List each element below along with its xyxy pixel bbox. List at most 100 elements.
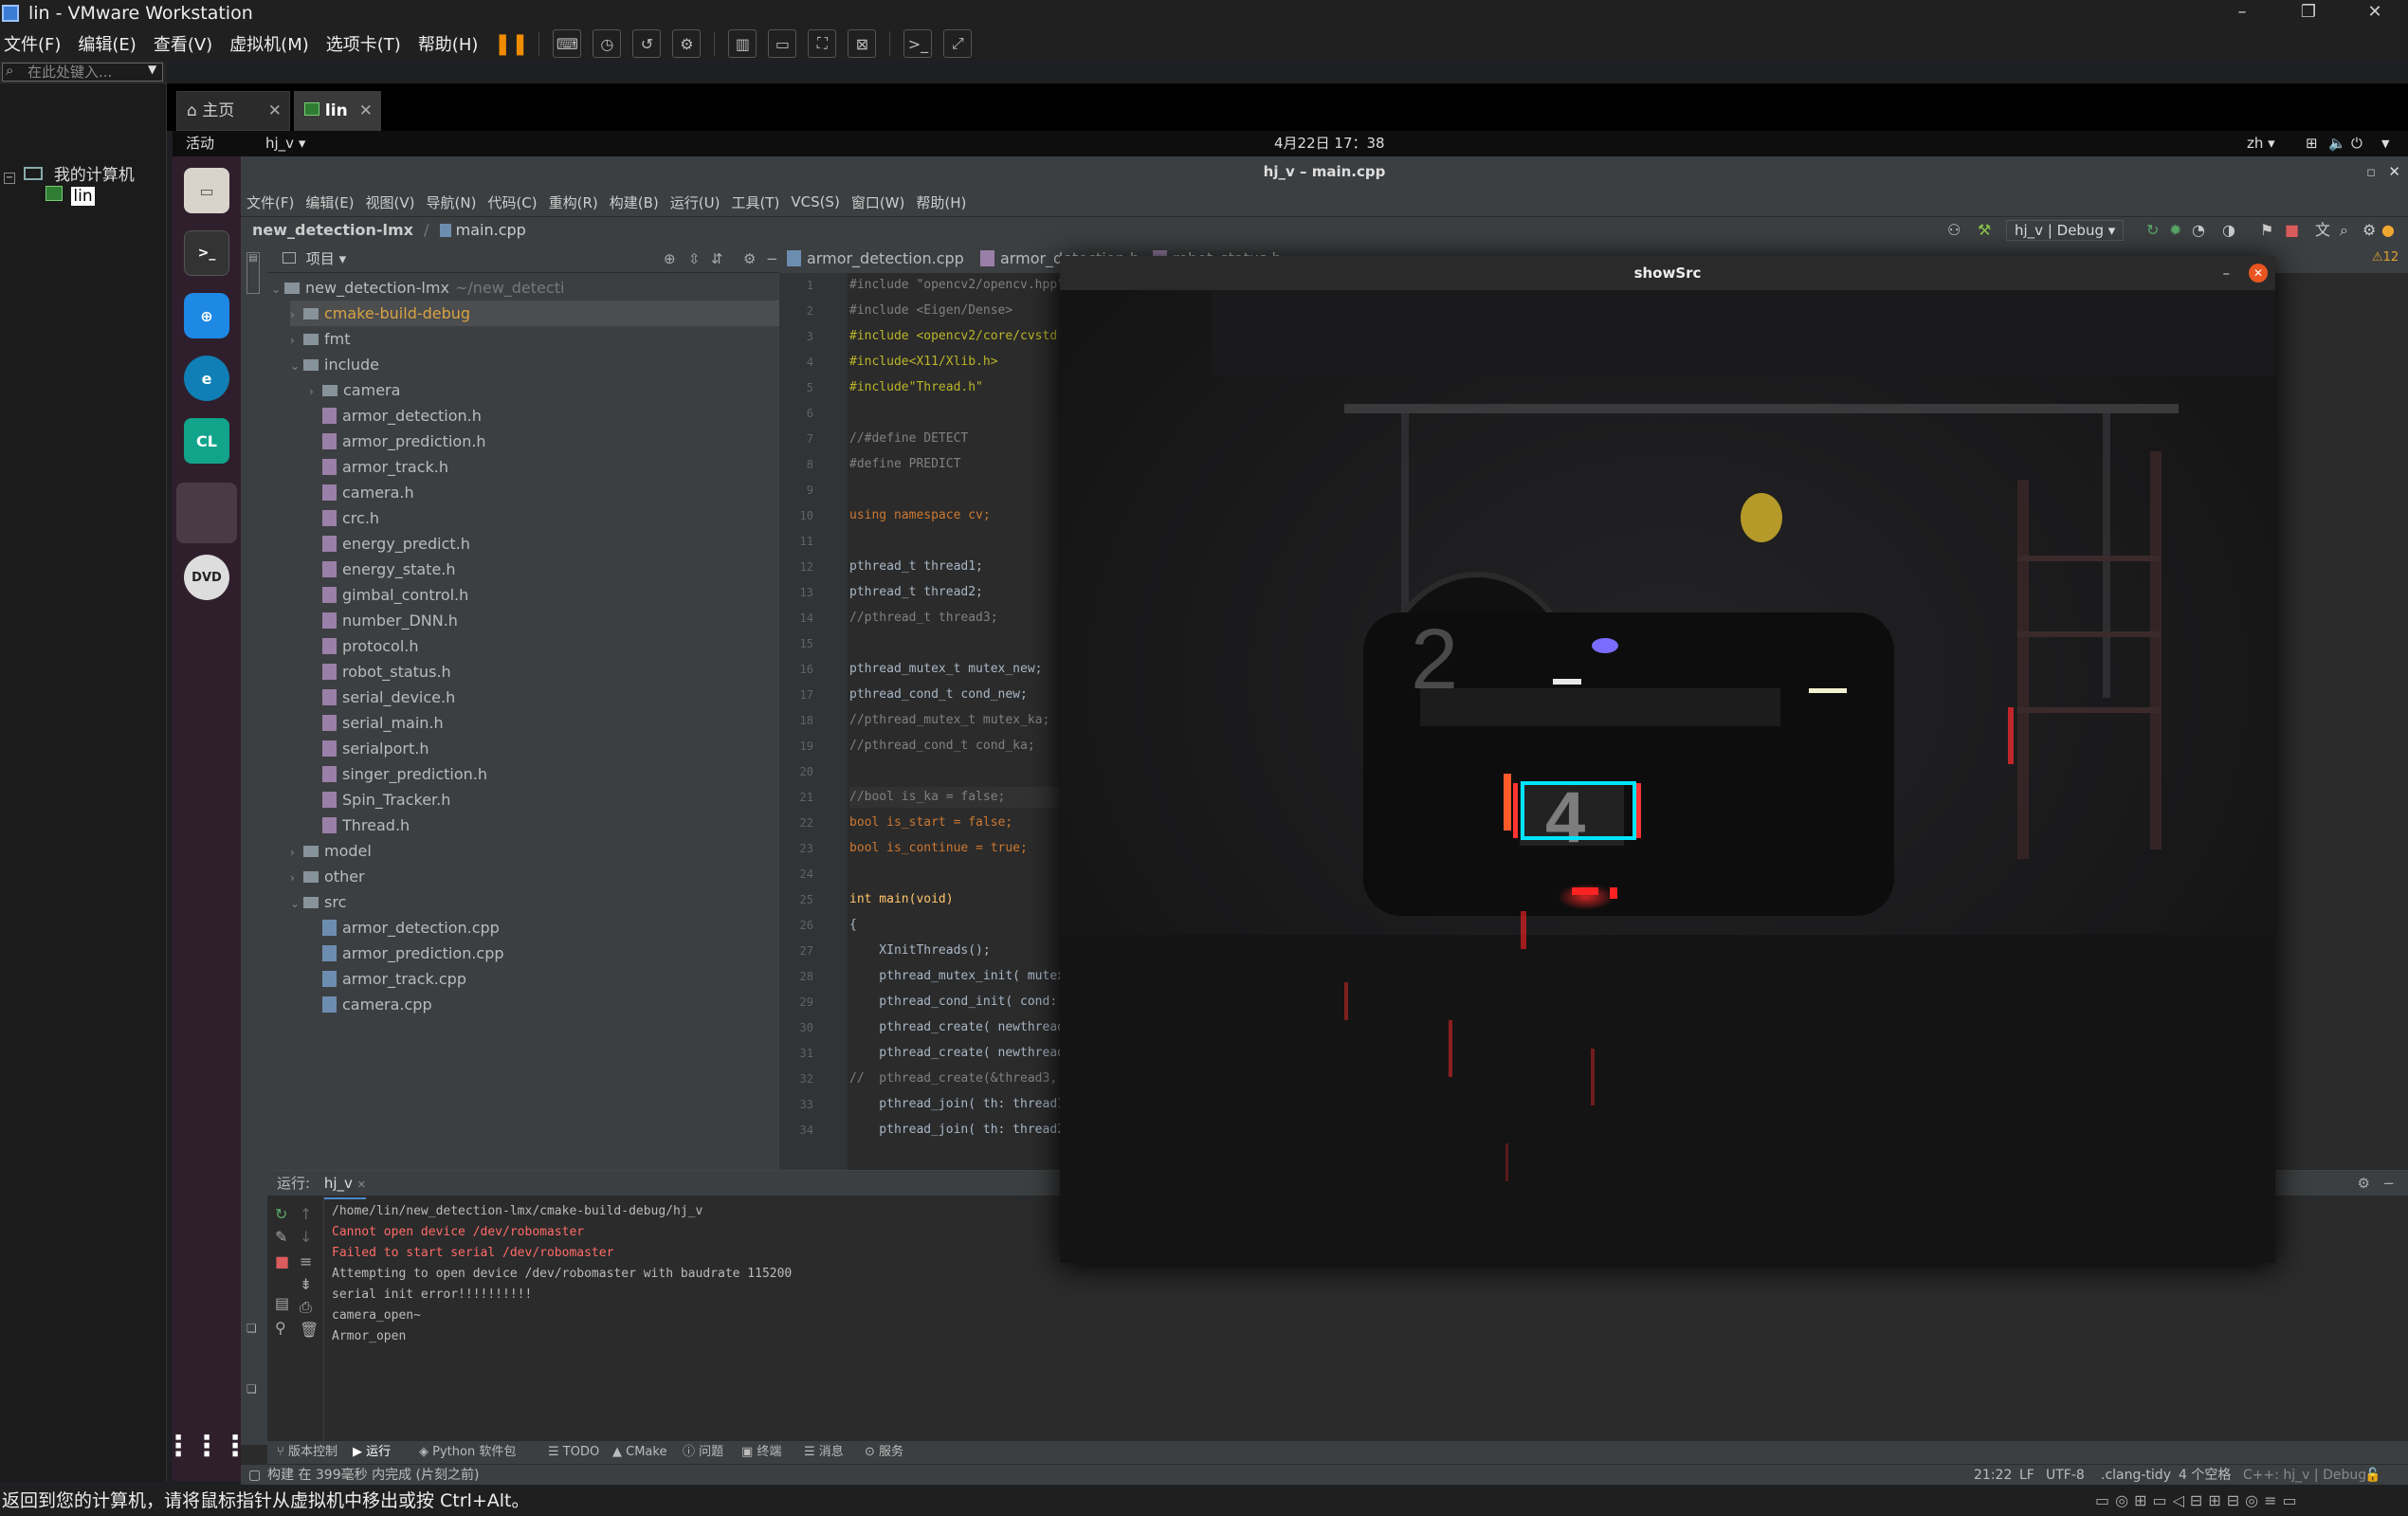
locate-icon[interactable]: ⊕ (664, 245, 676, 273)
code-line[interactable]: pthread_mutex_t mutex_new; (849, 659, 1043, 680)
project-panel-label[interactable]: 项目 (306, 250, 335, 267)
lock-icon[interactable]: 🔓 (2364, 1465, 2381, 1486)
tree-file[interactable]: armor_detection.h (309, 403, 482, 429)
minimize-button[interactable]: – (2223, 256, 2231, 290)
hide-icon[interactable]: − (766, 245, 778, 273)
collapsed-arrow-icon[interactable]: › (309, 379, 322, 405)
tree-file[interactable]: armor_detection.cpp (309, 915, 500, 941)
bottom-tab-vcs[interactable]: ⑂ 版本控制 (277, 1441, 337, 1464)
menu-edit[interactable]: 编辑(E) (74, 31, 139, 56)
edge-beta-icon[interactable]: e (184, 356, 229, 401)
chevron-down-icon[interactable]: ▼ (2381, 131, 2389, 156)
run-config-select[interactable]: hj_v | Debug ▾ (2006, 220, 2125, 241)
input-method[interactable]: zh ▾ (2247, 131, 2275, 156)
menu-view[interactable]: 视图(V) (366, 192, 415, 212)
tree-folder[interactable]: › other (290, 864, 365, 889)
clock[interactable]: 4月22日 17：38 (1274, 131, 1385, 156)
code-line[interactable]: pthread_cond_t cond_new; (849, 685, 1028, 705)
clion-icon[interactable]: CL (184, 418, 229, 464)
pause-icon[interactable]: ❚❚ (494, 29, 529, 58)
close-icon[interactable]: ✕ (268, 92, 282, 130)
activities-button[interactable]: 活动 (186, 131, 214, 156)
maximize-icon[interactable]: ▫ (2366, 156, 2376, 188)
send-ctrl-alt-del-icon[interactable]: ⌨ (553, 29, 582, 58)
search-icon[interactable]: ⌕ (2340, 217, 2348, 244)
tree-file[interactable]: armor_prediction.cpp (309, 941, 504, 966)
close-button[interactable]: ✕ (2249, 264, 2268, 283)
close-button[interactable]: ✕ (2342, 0, 2408, 27)
collapsed-arrow-icon[interactable]: › (290, 328, 303, 354)
code-line[interactable]: int main(void) (849, 889, 954, 910)
volume-icon[interactable]: 🔈 (2328, 131, 2346, 156)
collapsed-arrow-icon[interactable]: › (290, 866, 303, 891)
snapshot-icon[interactable]: ◷ (593, 29, 622, 58)
code-line[interactable]: pthread_t thread1; (849, 557, 983, 577)
breadcrumb-project[interactable]: new_detection-lmx (252, 221, 413, 239)
warnings-indicator[interactable]: ⚠12 (2372, 250, 2399, 265)
collapse-icon[interactable]: − (4, 173, 15, 184)
tree-file[interactable]: serial_device.h (309, 685, 455, 710)
collapsed-arrow-icon[interactable]: › (290, 840, 303, 866)
code-line[interactable]: //pthread_mutex_t mutex_ka; (849, 710, 1049, 731)
code-line[interactable]: bool is_start = false; (849, 813, 1012, 833)
run-tab[interactable]: hj_v ✕ (323, 1171, 366, 1199)
show-apps-icon[interactable]: ⋮⋮⋮ (164, 1423, 249, 1469)
stop-icon[interactable]: ■ (2285, 217, 2299, 244)
tree-file[interactable]: serialport.h (309, 736, 429, 761)
tree-file[interactable]: crc.h (309, 505, 379, 531)
tree-file[interactable]: singer_prediction.h (309, 761, 487, 787)
tree-file[interactable]: protocol.h (309, 633, 419, 659)
build-icon[interactable]: ⚒ (1978, 217, 1991, 244)
bottom-tab-python[interactable]: ◈ Python 软件包 (419, 1441, 516, 1464)
revert-snapshot-icon[interactable]: ↺ (632, 29, 662, 58)
status-message[interactable]: 构建 在 399毫秒 内完成 (片刻之前) (267, 1465, 479, 1486)
context-selector[interactable]: C++: hj_v | Debug (2243, 1465, 2366, 1486)
menu-help[interactable]: 帮助(H) (916, 192, 966, 212)
clang-tidy-indicator[interactable]: .clang-tidy (2101, 1465, 2171, 1486)
tree-file[interactable]: Thread.h (309, 813, 410, 838)
tab-lin[interactable]: lin ✕ (294, 91, 381, 131)
code-line[interactable]: pthread_t thread2; (849, 582, 983, 603)
bottom-tab-todo[interactable]: ☰ TODO (548, 1441, 599, 1464)
menu-file[interactable]: 文件(F) (0, 31, 64, 56)
minimize-button[interactable]: – (2209, 0, 2275, 27)
menu-code[interactable]: 代码(C) (487, 192, 537, 212)
tree-file[interactable]: armor_prediction.h (309, 429, 486, 454)
menu-window[interactable]: 窗口(W) (851, 192, 905, 212)
snapshot-manager-icon[interactable]: ⚙ (672, 29, 702, 58)
chevron-down-icon[interactable]: ▾ (339, 250, 347, 267)
menu-vcs[interactable]: VCS(S) (791, 193, 839, 210)
menu-vm[interactable]: 虚拟机(M) (226, 31, 313, 56)
caret-position[interactable]: 21:22 (1974, 1465, 2012, 1486)
tree-folder[interactable]: ⌄ new_detection-lmx ~/new_detecti (271, 275, 564, 301)
project-tool-button[interactable]: ▤ (246, 252, 260, 294)
profile-icon[interactable]: ◔ (2192, 217, 2205, 244)
code-line[interactable]: #include <Eigen/Dense> (849, 301, 1012, 321)
console-view-icon[interactable]: ▭ (768, 29, 797, 58)
menu-tools[interactable]: 工具(T) (731, 192, 779, 212)
tree-file[interactable]: number_DNN.h (309, 608, 458, 633)
settings-icon[interactable]: ⚙ (2362, 217, 2376, 244)
code-line[interactable]: bool is_continue = true; (849, 838, 1028, 859)
bottom-tab-cmake[interactable]: ▲ CMake (612, 1441, 666, 1464)
collapsed-arrow-icon[interactable]: › (290, 302, 303, 328)
code-line[interactable]: //#define DETECT (849, 429, 968, 449)
library-search-input[interactable]: 在此处键入... (2, 63, 163, 82)
structure-tool-button[interactable]: ❏ (246, 1382, 257, 1396)
stretch-icon[interactable]: ⤢ (943, 29, 973, 58)
attach-icon[interactable]: ⚑ (2260, 217, 2273, 244)
tree-folder[interactable]: › fmt (290, 326, 351, 352)
network-icon[interactable]: ⊞ (2306, 131, 2318, 156)
close-icon[interactable]: ✕ (359, 92, 373, 130)
close-icon[interactable]: ✕ (357, 1178, 366, 1191)
expanded-arrow-icon[interactable]: ⌄ (271, 277, 284, 302)
gear-icon[interactable]: ⚙ (743, 245, 756, 273)
menu-refactor[interactable]: 重构(R) (549, 192, 598, 212)
terminal-icon[interactable]: >_ (903, 29, 933, 58)
tree-file[interactable]: serial_main.h (309, 710, 444, 736)
code-line[interactable]: XInitThreads(); (849, 941, 990, 961)
expanded-arrow-icon[interactable]: ⌄ (290, 891, 303, 917)
fullscreen-icon[interactable]: ⛶ (808, 29, 837, 58)
debug-icon[interactable]: ✹ (2169, 217, 2181, 244)
menu-view[interactable]: 查看(V) (150, 31, 216, 56)
